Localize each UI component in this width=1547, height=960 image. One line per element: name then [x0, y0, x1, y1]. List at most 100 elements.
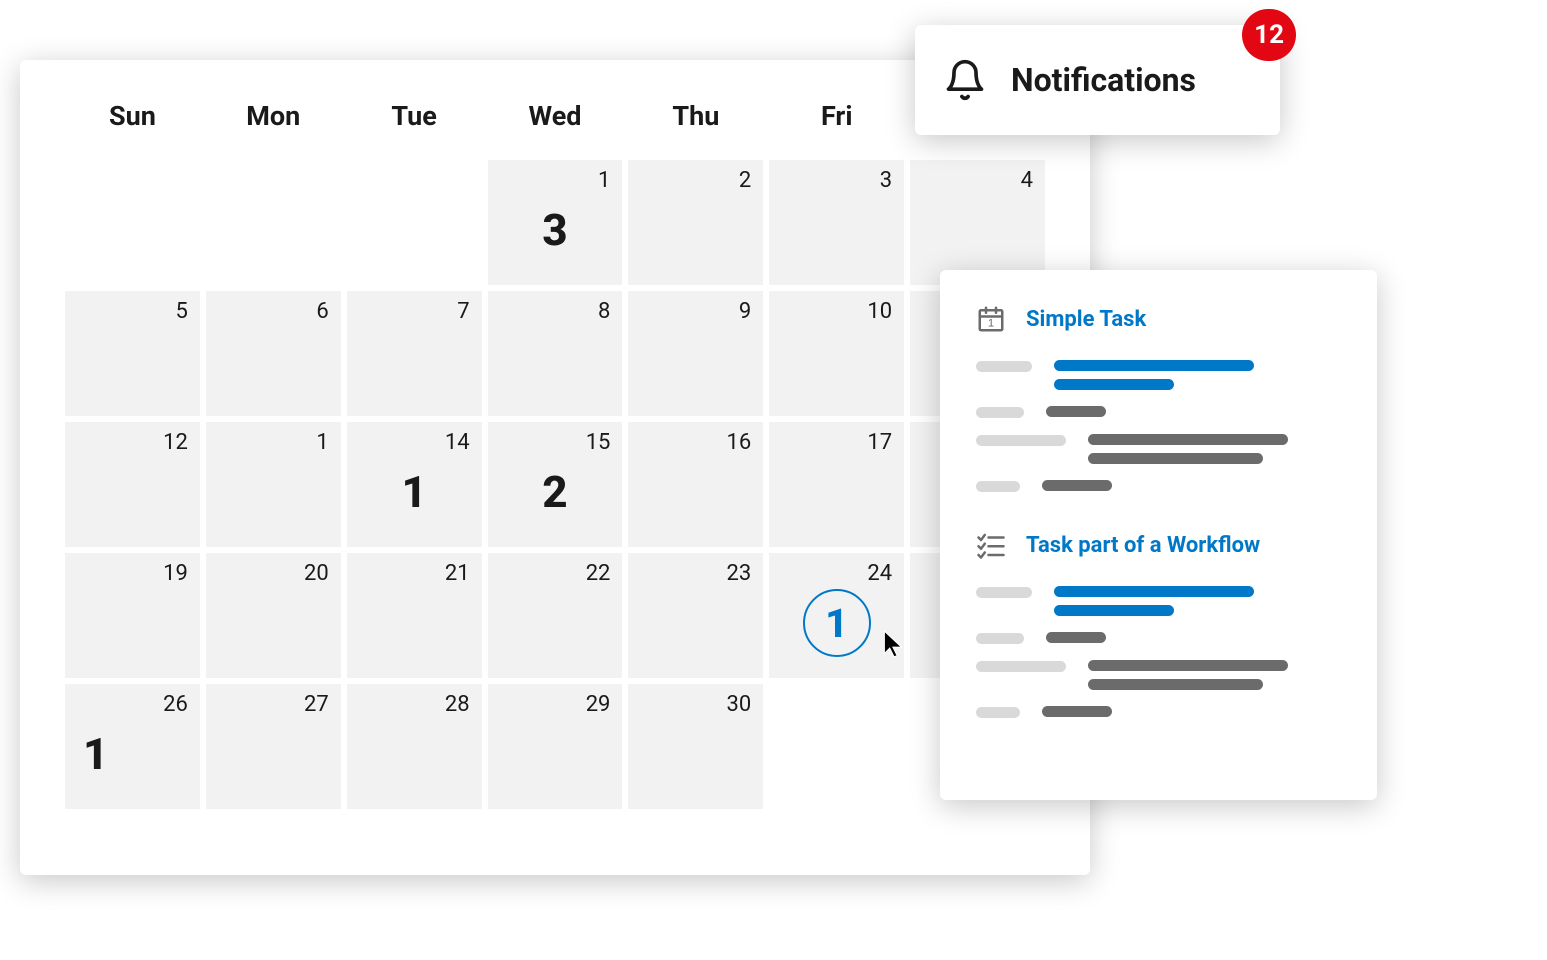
notifications-title: Notifications	[1011, 61, 1196, 99]
day-cell[interactable]: 30	[628, 684, 763, 809]
skeleton-value	[1054, 605, 1174, 616]
day-header: Thu	[628, 100, 763, 132]
day-number: 20	[304, 561, 329, 586]
day-cell[interactable]: 21	[347, 553, 482, 678]
day-number: 1	[316, 430, 328, 455]
skeleton-value	[1054, 379, 1174, 390]
skeleton-label	[976, 481, 1020, 492]
calendar-icon: 1	[976, 304, 1006, 334]
svg-text:1: 1	[988, 318, 994, 330]
notifications-card[interactable]: Notifications 12	[915, 25, 1280, 135]
day-cell[interactable]: 26 1	[65, 684, 200, 809]
day-cell[interactable]: 16	[628, 422, 763, 547]
task-row	[976, 480, 1341, 492]
day-cell[interactable]: 1	[206, 422, 341, 547]
day-cell[interactable]: 9	[628, 291, 763, 416]
skeleton-value	[1088, 453, 1263, 464]
day-number: 1	[598, 168, 610, 193]
day-cell[interactable]: 3	[769, 160, 904, 285]
day-event-count: 3	[542, 204, 567, 256]
task-rows	[976, 360, 1341, 492]
day-cell[interactable]: 23	[628, 553, 763, 678]
day-cell-blank	[65, 160, 200, 285]
task-row	[976, 632, 1341, 644]
day-cell[interactable]: 15 2	[488, 422, 623, 547]
day-number: 24	[867, 561, 892, 586]
day-number: 12	[163, 430, 188, 455]
day-number: 26	[163, 692, 188, 717]
day-number: 3	[880, 168, 892, 193]
task-row	[976, 586, 1341, 616]
day-cell[interactable]: 29	[488, 684, 623, 809]
task-section-workflow[interactable]: Task part of a Workflow	[976, 530, 1341, 718]
day-cell[interactable]: 5	[65, 291, 200, 416]
day-number: 22	[586, 561, 611, 586]
day-number: 23	[727, 561, 752, 586]
calendar-day-headers: SunMonTueWedThuFriSat	[65, 100, 1045, 132]
day-number: 14	[445, 430, 470, 455]
day-cell[interactable]: 2	[628, 160, 763, 285]
day-cell-blank	[206, 160, 341, 285]
day-cell[interactable]: 13	[488, 160, 623, 285]
day-event-count: 1	[401, 466, 426, 518]
day-cell[interactable]: 22	[488, 553, 623, 678]
task-title-label: Simple Task	[1026, 307, 1146, 332]
day-cell[interactable]: 7	[347, 291, 482, 416]
day-cell[interactable]: 14 1	[347, 422, 482, 547]
skeleton-value	[1088, 660, 1288, 671]
day-cell[interactable]: 20	[206, 553, 341, 678]
task-row	[976, 660, 1341, 690]
day-header: Tue	[347, 100, 482, 132]
day-cell[interactable]: 8	[488, 291, 623, 416]
day-number: 7	[457, 299, 469, 324]
day-number: 19	[163, 561, 188, 586]
day-header: Fri	[769, 100, 904, 132]
skeleton-value	[1046, 632, 1106, 643]
task-row	[976, 406, 1341, 418]
skeleton-value	[1088, 679, 1263, 690]
tasks-card: 1 Simple Task	[940, 270, 1377, 800]
day-header: Wed	[488, 100, 623, 132]
calendar-grid: 1323456789101112114115216171819202122232…	[65, 160, 1045, 809]
day-cell[interactable]: 27	[206, 684, 341, 809]
skeleton-label	[976, 633, 1024, 644]
skeleton-label	[976, 661, 1066, 672]
day-number: 30	[727, 692, 752, 717]
skeleton-value	[1046, 406, 1106, 417]
task-row	[976, 706, 1341, 718]
calendar-card: SunMonTueWedThuFriSat 132345678910111211…	[20, 60, 1090, 875]
day-cell[interactable]: 4	[910, 160, 1045, 285]
day-cell[interactable]: 12	[65, 422, 200, 547]
task-header: 1 Simple Task	[976, 304, 1341, 334]
task-row	[976, 434, 1341, 464]
day-cell[interactable]: 241	[769, 553, 904, 678]
day-cell-blank	[769, 684, 904, 809]
skeleton-value	[1088, 434, 1288, 445]
day-event-count: 1	[83, 728, 108, 780]
day-number: 8	[598, 299, 610, 324]
day-event-count: 2	[542, 466, 567, 518]
task-header: Task part of a Workflow	[976, 530, 1341, 560]
day-cell[interactable]: 10	[769, 291, 904, 416]
skeleton-value	[1054, 360, 1254, 371]
day-number: 15	[586, 430, 611, 455]
day-cell[interactable]: 19	[65, 553, 200, 678]
skeleton-label	[976, 361, 1032, 372]
day-cell[interactable]: 17	[769, 422, 904, 547]
task-section-simple[interactable]: 1 Simple Task	[976, 304, 1341, 492]
skeleton-value	[1042, 706, 1112, 717]
day-number: 21	[445, 561, 470, 586]
task-title-label: Task part of a Workflow	[1026, 533, 1260, 558]
day-cell[interactable]: 6	[206, 291, 341, 416]
day-number: 5	[175, 299, 187, 324]
day-number: 9	[739, 299, 751, 324]
day-cell[interactable]: 28	[347, 684, 482, 809]
day-number: 27	[304, 692, 329, 717]
day-number: 6	[316, 299, 328, 324]
day-header: Sun	[65, 100, 200, 132]
skeleton-label	[976, 407, 1024, 418]
skeleton-label	[976, 587, 1032, 598]
skeleton-label	[976, 707, 1020, 718]
day-number: 16	[727, 430, 752, 455]
day-number: 2	[739, 168, 751, 193]
